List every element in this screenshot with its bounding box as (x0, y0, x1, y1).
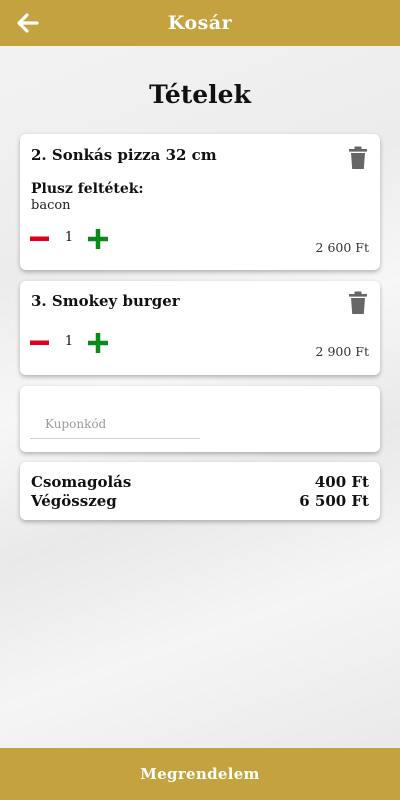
place-order-button[interactable]: Megrendelem (0, 748, 400, 800)
back-button[interactable] (14, 9, 42, 37)
increase-quantity-button[interactable] (87, 228, 109, 250)
extras-value: bacon (31, 198, 71, 213)
place-order-label: Megrendelem (140, 765, 260, 783)
top-app-bar: Kosár (0, 0, 400, 46)
decrease-quantity-button[interactable] (29, 228, 51, 250)
summary-card: Csomagolás 400 Ft Végösszeg 6 500 Ft (20, 462, 380, 520)
packaging-value: 400 Ft (314, 473, 369, 491)
extras-label: Plusz feltétek: (31, 181, 144, 197)
decrease-quantity-button[interactable] (29, 332, 51, 354)
packaging-row: Csomagolás 400 Ft (31, 473, 369, 491)
cart-item-card: 2. Sonkás pizza 32 cm Plusz feltétek: ba… (20, 134, 380, 270)
coupon-card (20, 386, 380, 452)
app-bar-title: Kosár (167, 12, 233, 34)
total-label: Végösszeg (31, 492, 117, 510)
increase-quantity-button[interactable] (87, 332, 109, 354)
coupon-input[interactable] (30, 409, 200, 439)
trash-icon[interactable] (347, 146, 369, 170)
page-title: Tételek (149, 80, 251, 109)
item-price: 2 900 Ft (315, 344, 369, 359)
item-name: 2. Sonkás pizza 32 cm (31, 146, 217, 164)
cart-item-card: 3. Smokey burger 1 2 900 Ft (20, 281, 380, 375)
packaging-label: Csomagolás (31, 473, 132, 491)
quantity-value: 1 (64, 230, 74, 245)
item-price: 2 600 Ft (315, 240, 369, 255)
quantity-value: 1 (64, 334, 74, 349)
item-name: 3. Smokey burger (31, 292, 180, 310)
trash-icon[interactable] (347, 291, 369, 315)
total-value: 6 500 Ft (299, 492, 369, 510)
total-row: Végösszeg 6 500 Ft (31, 492, 369, 510)
arrow-left-icon (17, 13, 39, 33)
